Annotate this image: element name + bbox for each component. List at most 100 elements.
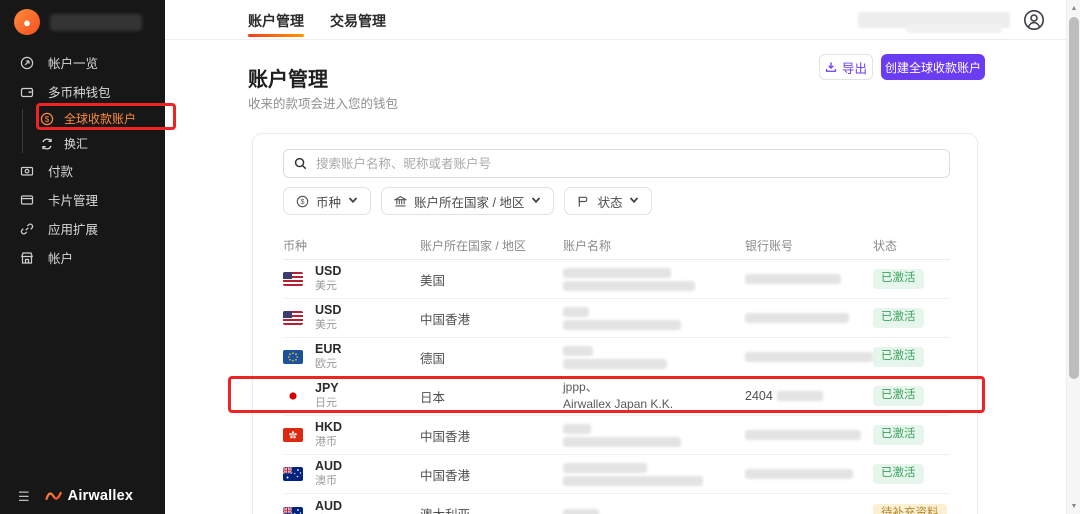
country-filter-button[interactable]: 账户所在国家 / 地区	[381, 187, 554, 215]
card-icon	[19, 192, 34, 207]
bank-number-cell	[745, 271, 873, 287]
chevron-down-icon	[629, 194, 639, 208]
us-flag	[283, 272, 303, 286]
sidebar-item-multicurrency-wallet[interactable]: 多币种钱包	[0, 77, 165, 106]
scroll-down-icon[interactable]: ▼	[1067, 499, 1080, 513]
sidebar-item-label: 多币种钱包	[48, 82, 111, 101]
sidebar-item-label: 换汇	[64, 135, 88, 152]
currency-code: JPY	[315, 381, 339, 397]
table-row[interactable]: HKD港币中国香港已激活	[283, 416, 950, 455]
sidebar-item-exchange[interactable]: 换汇	[22, 131, 165, 156]
account-name-line: Airwallex Japan K.K.	[563, 396, 745, 413]
us-flag	[283, 311, 303, 325]
col-header-country: 账户所在国家 / 地区	[420, 237, 563, 254]
currency-code: AUD	[315, 499, 342, 514]
user-subtitle-redacted	[906, 24, 1002, 33]
chevron-down-icon	[348, 194, 358, 208]
account-name-cell	[563, 343, 745, 372]
account-name-cell	[563, 506, 745, 514]
app-window: ● 帐户一览 多币种钱包 $ 全球收款账户 换汇	[0, 0, 1080, 514]
table-row[interactable]: USD美元美国已激活	[283, 260, 950, 299]
country-cell: 中国香港	[420, 426, 563, 445]
scrollbar-thumb[interactable]	[1069, 17, 1079, 379]
currency-name-cn: 欧元	[315, 358, 341, 372]
sidebar-item-global-receiving-account[interactable]: $ 全球收款账户	[22, 106, 165, 131]
tab-account-management[interactable]: 账户管理	[248, 0, 304, 40]
download-icon	[825, 61, 837, 73]
status-badge: 已激活	[873, 347, 924, 367]
redacted-text	[745, 352, 873, 362]
bank-number-text: 2404	[745, 389, 773, 403]
col-header-currency: 币种	[283, 237, 420, 254]
status-badge: 已激活	[873, 269, 924, 289]
bank-number-cell: -	[745, 507, 873, 514]
currency-name-cn: 美元	[315, 280, 341, 294]
redacted-text	[745, 469, 853, 479]
tree-indent-line	[22, 109, 23, 153]
sidebar-item-account[interactable]: 帐户	[0, 243, 165, 272]
brand-wordmark: Airwallex	[68, 488, 133, 504]
sidebar-item-label: 应用扩展	[48, 219, 98, 238]
redacted-text	[563, 437, 681, 447]
search-bar[interactable]	[283, 149, 950, 178]
bank-number-cell: 2404	[745, 388, 873, 404]
sidebar-item-label: 帐户	[48, 248, 73, 267]
workspace-switcher[interactable]: ●	[0, 0, 165, 44]
currency-name-cn: 日元	[315, 397, 339, 411]
svg-text:$: $	[45, 115, 50, 124]
bank-number-cell	[745, 310, 873, 326]
table-row[interactable]: AUD澳币中国香港已激活	[283, 455, 950, 494]
collapse-sidebar-icon[interactable]: ☰	[18, 490, 30, 503]
sidebar-item-label: 全球收款账户	[64, 110, 136, 127]
redacted-text	[563, 307, 589, 317]
col-header-account-name: 账户名称	[563, 237, 745, 254]
country-cell: 澳大利亚	[420, 504, 563, 514]
status-flag-icon	[577, 195, 590, 208]
redacted-text	[563, 346, 593, 356]
redacted-text	[745, 274, 841, 284]
tab-transaction-management[interactable]: 交易管理	[330, 0, 386, 40]
sidebar-item-app-extensions[interactable]: 应用扩展	[0, 214, 165, 243]
sidebar-item-payments[interactable]: 付款	[0, 156, 165, 185]
coin-icon: $	[296, 195, 309, 208]
redacted-text	[563, 463, 647, 473]
col-header-bank-number: 银行账号	[745, 237, 873, 254]
table-row[interactable]: JPY日元日本jppp、Airwallex Japan K.K.2404已激活	[283, 377, 950, 416]
bank-number-cell	[745, 349, 873, 365]
wallet-icon	[19, 84, 34, 99]
create-label: 创建全球收款账户	[885, 59, 981, 76]
status-badge: 已激活	[873, 386, 924, 406]
currency-name-cn: 澳币	[315, 475, 342, 489]
eu-flag	[283, 350, 303, 364]
scroll-up-icon[interactable]: ▲	[1067, 1, 1080, 15]
sidebar-item-account-overview[interactable]: 帐户一览	[0, 48, 165, 77]
status-badge: 已激活	[873, 425, 924, 445]
export-button[interactable]: 导出	[819, 54, 873, 80]
vertical-scrollbar[interactable]: ▲ ▼	[1066, 0, 1080, 514]
global-receiving-icon: $	[40, 112, 54, 126]
redacted-text	[745, 313, 849, 323]
status-badge: 已激活	[873, 308, 924, 328]
redacted-text	[563, 509, 599, 514]
table-row[interactable]: AUD澳币澳大利亚-待补充资料	[283, 494, 950, 514]
currency-code: EUR	[315, 342, 341, 358]
search-input[interactable]	[316, 157, 939, 171]
table-body: USD美元美国已激活USD美元中国香港已激活EUR欧元德国已激活JPY日元日本j…	[283, 260, 950, 514]
currency-name-cn: 港币	[315, 436, 342, 450]
create-global-account-button[interactable]: 创建全球收款账户	[881, 54, 985, 80]
currency-filter-button[interactable]: $ 币种	[283, 187, 371, 215]
bank-number-cell	[745, 427, 873, 443]
account-name-cell	[563, 265, 745, 294]
user-avatar-icon[interactable]	[1022, 8, 1046, 32]
currency-code: USD	[315, 303, 341, 319]
bank-number-cell	[745, 466, 873, 482]
sidebar-item-card-management[interactable]: 卡片管理	[0, 185, 165, 214]
currency-filter-label: 币种	[316, 192, 341, 211]
exchange-icon	[40, 137, 54, 151]
redacted-text	[563, 359, 667, 369]
status-filter-button[interactable]: 状态	[564, 187, 652, 215]
account-name-line: jppp、	[563, 379, 745, 396]
airwallex-logo: Airwallex	[45, 488, 133, 504]
table-row[interactable]: EUR欧元德国已激活	[283, 338, 950, 377]
table-row[interactable]: USD美元中国香港已激活	[283, 299, 950, 338]
